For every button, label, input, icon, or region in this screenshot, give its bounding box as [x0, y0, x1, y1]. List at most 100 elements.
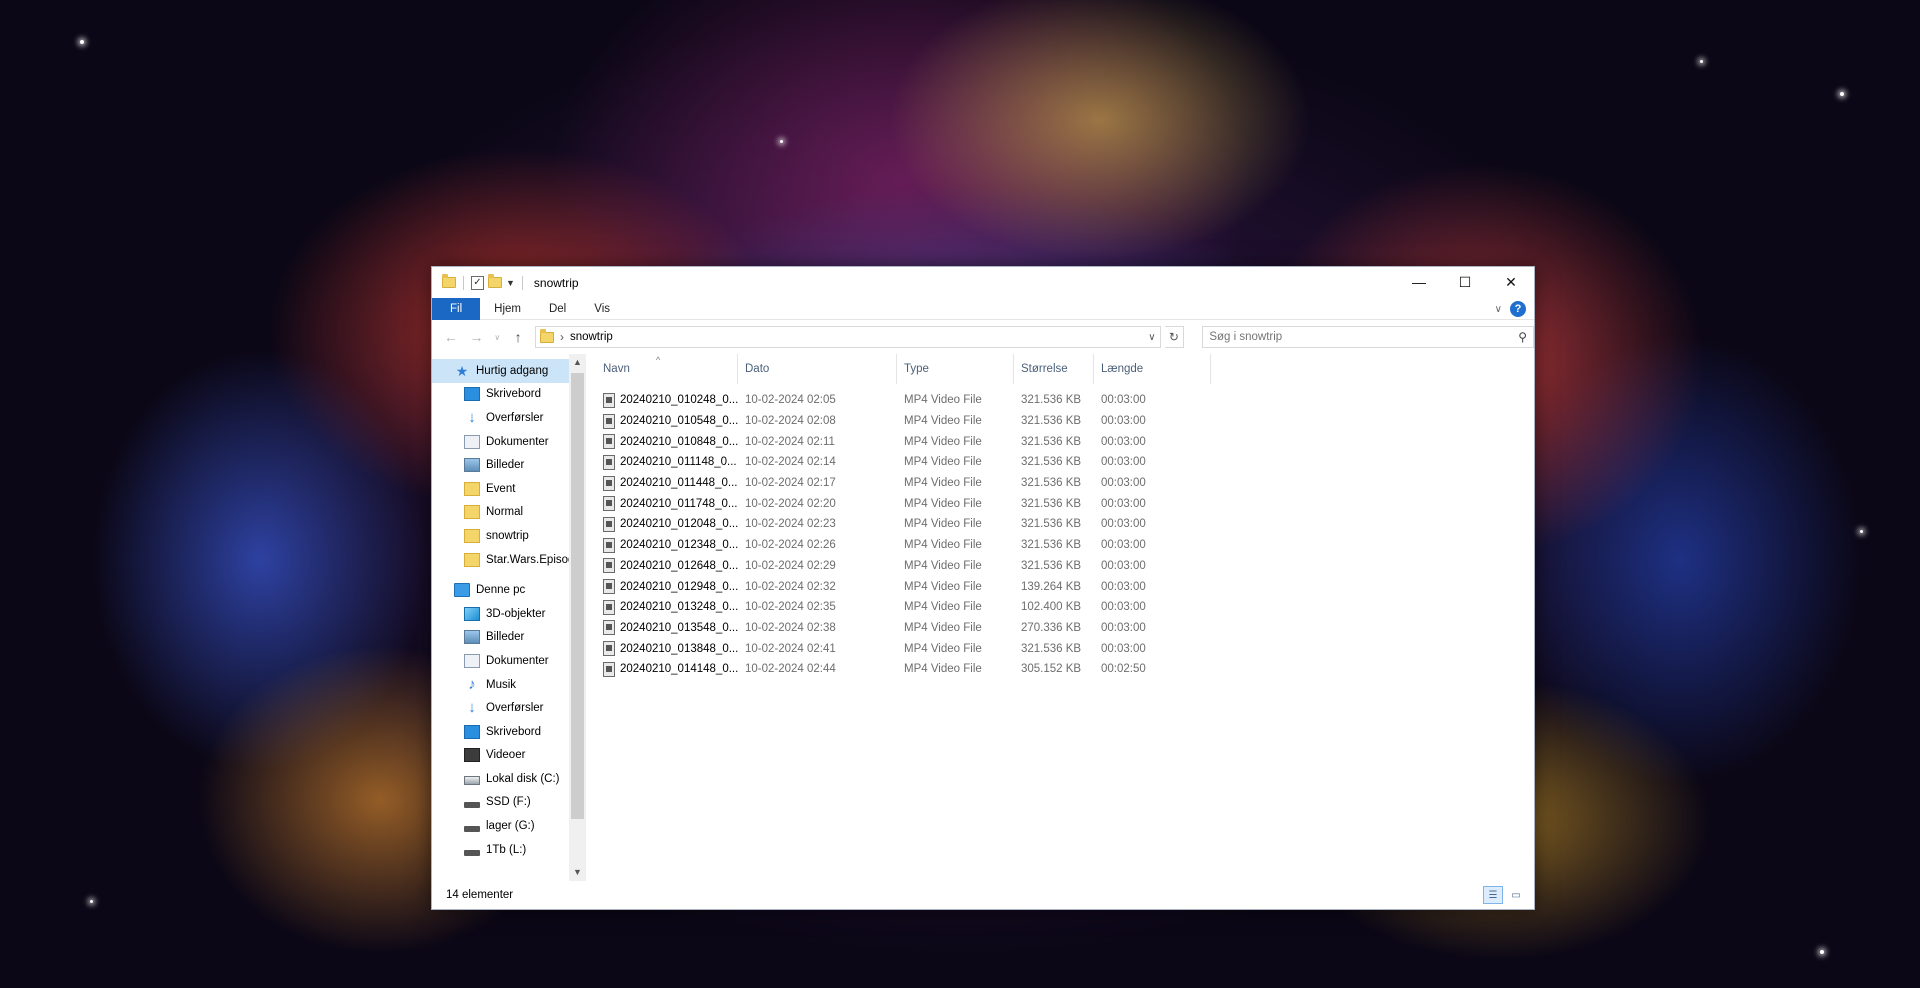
tab-view[interactable]: Vis [580, 298, 624, 320]
nav-item-label: Billeder [486, 631, 525, 644]
nav-item[interactable]: Normal [432, 501, 586, 525]
tab-share[interactable]: Del [535, 298, 580, 320]
file-row[interactable]: 20240210_012348_0... 10-02-2024 02:26 MP4 … [596, 535, 1534, 556]
column-header-name[interactable]: ^ Navn [596, 354, 738, 384]
search-icon: ⚲ [1518, 330, 1527, 344]
toolbar-separator [521, 275, 523, 290]
breadcrumb-separator[interactable]: › [560, 330, 564, 344]
file-date: 10-02-2024 02:29 [745, 559, 836, 572]
file-row[interactable]: 20240210_010848_0... 10-02-2024 02:11 MP4 … [596, 431, 1534, 452]
file-row[interactable]: 20240210_011448_0... 10-02-2024 02:17 MP4 … [596, 473, 1534, 494]
address-dropdown-icon[interactable]: ∨ [1148, 332, 1159, 343]
nav-item-label: 1Tb (L:) [486, 843, 527, 856]
file-row[interactable]: 20240210_012048_0... 10-02-2024 02:23 MP4 … [596, 514, 1534, 535]
nav-item[interactable]: Videoer [432, 744, 586, 768]
nav-this-pc[interactable]: Denne pc [432, 578, 586, 602]
nav-item[interactable]: Dokumenter [432, 649, 586, 673]
explorer-body: ★ Hurtig adgang Skrivebord📌↓Overførsler📌… [432, 354, 1534, 881]
breadcrumb-snowtrip[interactable]: snowtrip [570, 331, 1142, 343]
navigation-scrollbar[interactable]: ▲ ▼ [569, 354, 586, 881]
nav-item[interactable]: Skrivebord [432, 720, 586, 744]
large-icons-view-button[interactable]: ▭ [1506, 886, 1526, 904]
file-date: 10-02-2024 02:17 [745, 477, 836, 490]
search-input[interactable] [1209, 331, 1519, 343]
expand-ribbon-icon[interactable]: ∨ [1495, 304, 1502, 315]
maximize-button[interactable]: ☐ [1442, 267, 1488, 297]
file-row[interactable]: 20240210_011748_0... 10-02-2024 02:20 MP4 … [596, 493, 1534, 514]
file-size-cell: 321.536 KB [1014, 643, 1094, 655]
file-row[interactable]: 20240210_013548_0... 10-02-2024 02:38 MP4 … [596, 618, 1534, 639]
up-button[interactable]: ↑ [507, 326, 529, 348]
file-row[interactable]: 20240210_013848_0... 10-02-2024 02:41 MP4 … [596, 638, 1534, 659]
nav-item[interactable]: ↓Overførsler📌 [432, 406, 586, 430]
address-bar[interactable]: › snowtrip ∨ [534, 326, 1161, 348]
nav-item-label: Dokumenter [486, 654, 549, 667]
file-row[interactable]: 20240210_010248_0... 10-02-2024 02:05 MP4 … [596, 390, 1534, 411]
file-row[interactable]: 20240210_012648_0... 10-02-2024 02:29 MP4 … [596, 556, 1534, 577]
file-row[interactable]: 20240210_014148_0... 10-02-2024 02:44 MP4 … [596, 659, 1534, 680]
search-box[interactable]: ⚲ [1202, 326, 1534, 348]
tab-file[interactable]: Fil [432, 297, 481, 320]
nav-item[interactable]: Skrivebord📌 [432, 383, 586, 407]
nav-item[interactable]: SSD (F:) [432, 791, 586, 815]
nav-quick-access[interactable]: ★ Hurtig adgang [432, 359, 586, 383]
back-button[interactable]: ← [440, 326, 462, 348]
new-folder-icon[interactable] [488, 274, 502, 288]
details-view-button[interactable]: ☰ [1483, 886, 1503, 904]
folder-icon [464, 481, 480, 496]
file-date-cell: 10-02-2024 02:41 [738, 643, 897, 655]
customize-toolbar-icon[interactable]: ▼ [506, 278, 515, 288]
file-type: MP4 Video File [904, 559, 982, 572]
refresh-button[interactable]: ↻ [1164, 326, 1185, 348]
background-star [780, 140, 783, 143]
file-size: 139.264 KB [1021, 580, 1082, 593]
file-size-cell: 139.264 KB [1014, 581, 1094, 593]
tab-home[interactable]: Hjem [480, 298, 535, 320]
file-name: 20240210_010248_0... [620, 394, 738, 407]
file-date-cell: 10-02-2024 02:38 [738, 622, 897, 634]
nav-item[interactable]: Dokumenter📌 [432, 430, 586, 454]
scrollbar-thumb[interactable] [571, 373, 584, 819]
navigation-tree: ★ Hurtig adgang Skrivebord📌↓Overførsler📌… [432, 354, 586, 861]
nav-item[interactable]: 3D-objekter [432, 602, 586, 626]
nav-item[interactable]: Billeder [432, 626, 586, 650]
nav-item[interactable]: 1Tb (L:) [432, 838, 586, 862]
nav-item[interactable]: ↓ Overførsler [432, 696, 586, 720]
drive-icon [464, 849, 480, 856]
scroll-up-icon[interactable]: ▲ [569, 354, 586, 371]
file-length: 00:03:00 [1101, 518, 1146, 531]
forward-button[interactable]: → [466, 326, 488, 348]
file-length: 00:03:00 [1101, 621, 1146, 634]
nav-item[interactable]: ♪ Musik [432, 673, 586, 697]
file-size-cell: 321.536 KB [1014, 436, 1094, 448]
file-row[interactable]: 20240210_013248_0... 10-02-2024 02:35 MP4 … [596, 597, 1534, 618]
file-size: 270.336 KB [1021, 621, 1082, 634]
file-row[interactable]: 20240210_010548_0... 10-02-2024 02:08 MP4 … [596, 411, 1534, 432]
nav-item[interactable]: snowtrip [432, 524, 586, 548]
minimize-button[interactable]: — [1396, 267, 1442, 297]
recent-locations-button[interactable]: ∨ [491, 326, 503, 348]
column-header-length[interactable]: Længde [1094, 354, 1211, 384]
properties-icon[interactable]: ✓ [471, 275, 484, 290]
file-type: MP4 Video File [904, 539, 982, 552]
nav-item-label: Star.Wars.Episod [486, 553, 575, 566]
column-header-date[interactable]: Dato [738, 354, 897, 384]
column-header-size[interactable]: Størrelse [1014, 354, 1094, 384]
nav-item-label: lager (G:) [486, 820, 535, 833]
nav-item[interactable]: Billeder📌 [432, 453, 586, 477]
nav-item[interactable]: Star.Wars.Episod [432, 548, 586, 572]
column-header-type[interactable]: Type [897, 354, 1014, 384]
documents-icon [464, 653, 480, 668]
file-type-cell: MP4 Video File [897, 560, 1014, 572]
file-row[interactable]: 20240210_012948_0... 10-02-2024 02:32 MP4 … [596, 576, 1534, 597]
file-size: 102.400 KB [1021, 601, 1082, 614]
file-size-cell: 321.536 KB [1014, 394, 1094, 406]
nav-item[interactable]: Event [432, 477, 586, 501]
close-button[interactable]: ✕ [1488, 267, 1534, 297]
help-icon[interactable]: ? [1510, 301, 1526, 317]
file-date-cell: 10-02-2024 02:17 [738, 477, 897, 489]
file-row[interactable]: 20240210_011148_0... 10-02-2024 02:14 MP4 … [596, 452, 1534, 473]
nav-item[interactable]: lager (G:) [432, 814, 586, 838]
scroll-down-icon[interactable]: ▼ [569, 864, 586, 881]
nav-item[interactable]: Lokal disk (C:) [432, 767, 586, 791]
